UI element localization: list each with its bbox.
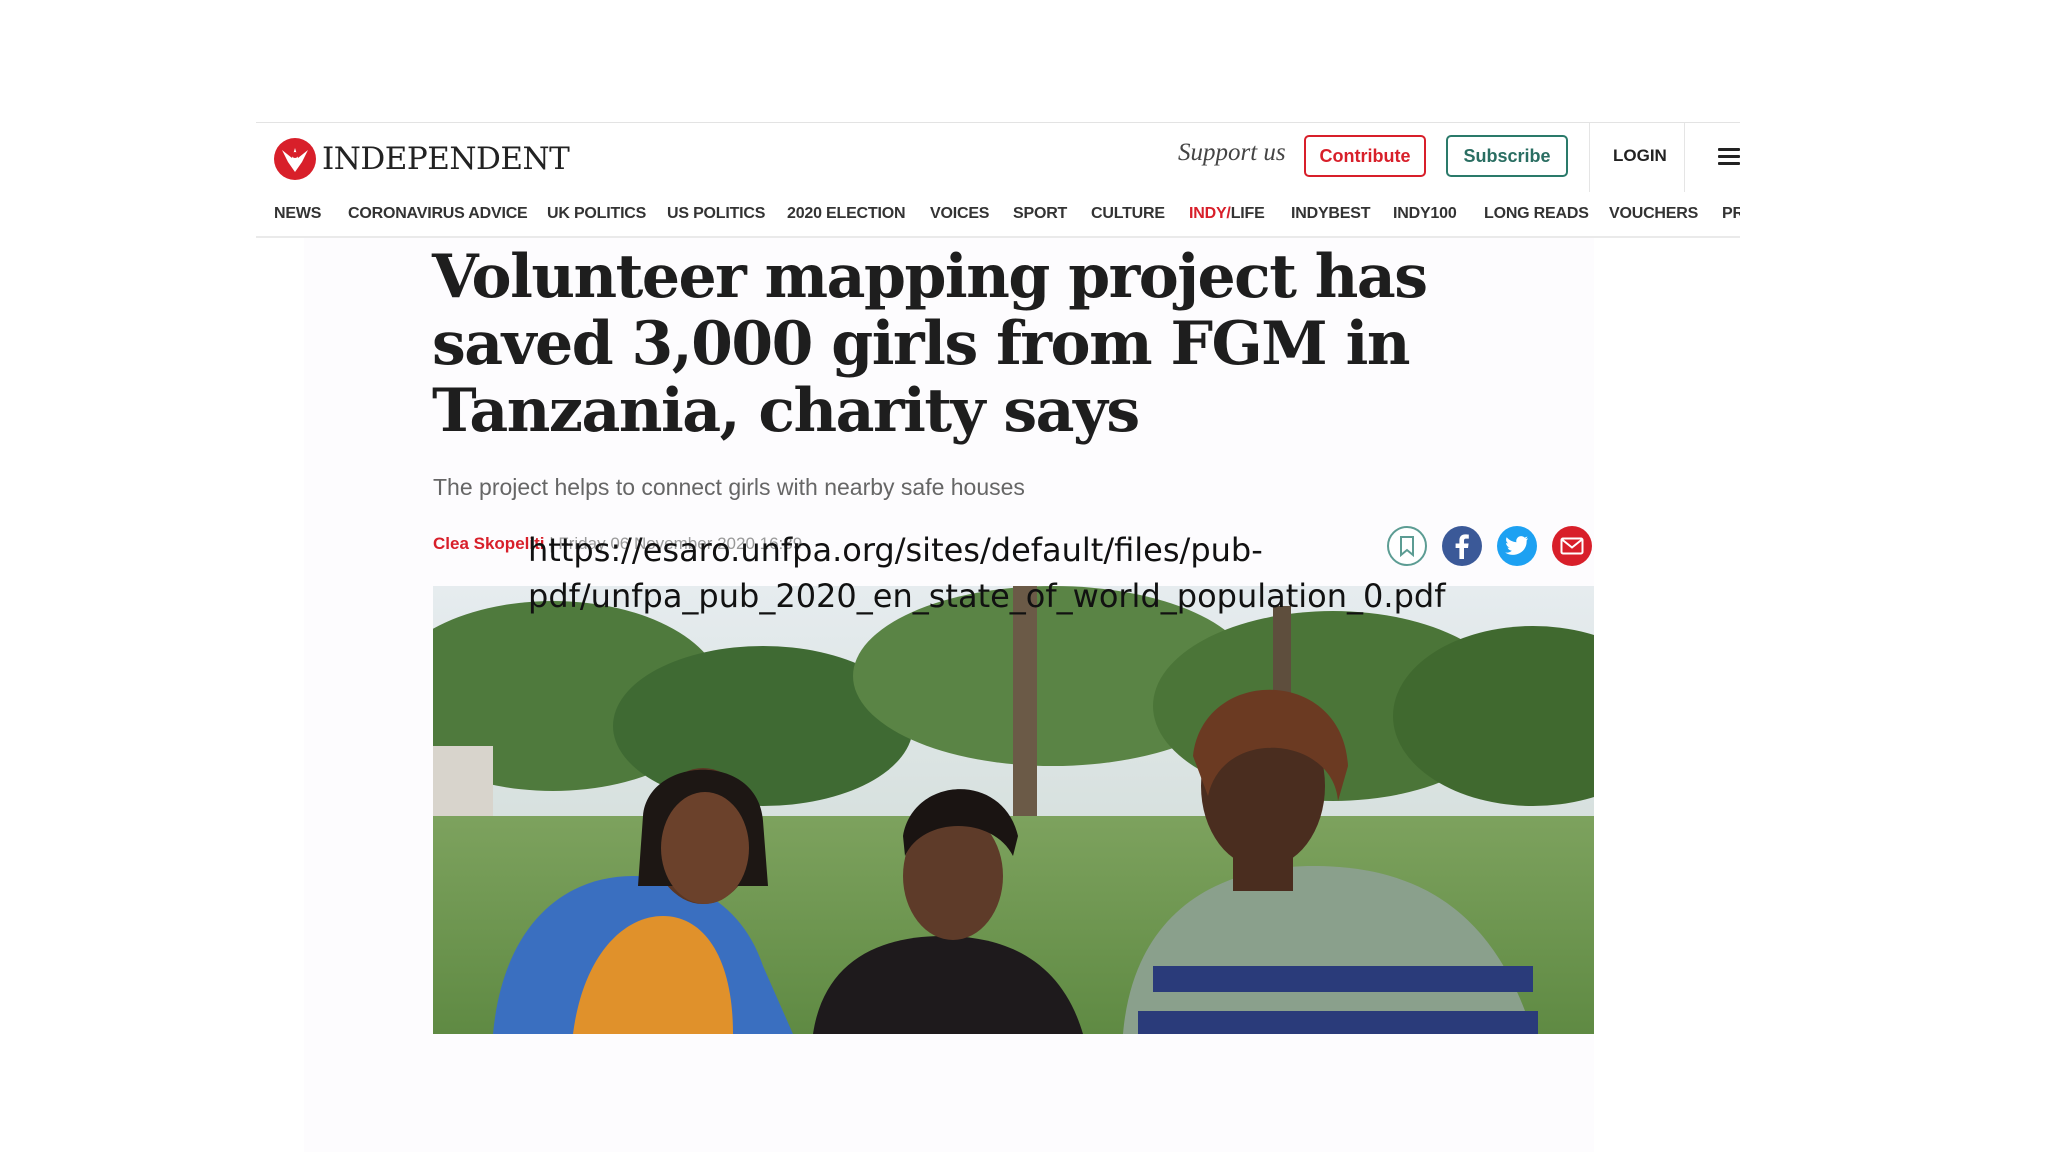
email-icon[interactable] — [1552, 526, 1592, 566]
hamburger-menu-icon[interactable] — [1718, 148, 1740, 166]
article-standfirst: The project helps to connect girls with … — [433, 474, 1025, 500]
article-hero-image — [433, 586, 1594, 1034]
article-screenshot: INDEPENDENT Support us Contribute Subscr… — [256, 122, 1740, 1152]
subscribe-button[interactable]: Subscribe — [1446, 135, 1568, 177]
hero-photo-illustration — [433, 586, 1594, 1034]
nav-item-uk-politics[interactable]: UK POLITICS — [547, 205, 646, 223]
nav-indy-prefix: INDY/ — [1189, 205, 1231, 222]
nav-item-voices[interactable]: VOICES — [930, 205, 989, 223]
logo-wordmark: INDEPENDENT — [322, 141, 570, 177]
eagle-logo-icon — [274, 138, 316, 180]
nav-item-vouchers[interactable]: VOUCHERS — [1609, 205, 1698, 223]
support-us-text: Support us — [1178, 139, 1286, 166]
nav-item-indy100[interactable]: INDY100 — [1393, 205, 1457, 223]
nav-indy-suffix: LIFE — [1230, 205, 1265, 222]
masthead: INDEPENDENT Support us Contribute Subscr… — [256, 122, 1740, 194]
article-headline: Volunteer mapping project has saved 3,00… — [432, 242, 1428, 446]
nav-item-indybest[interactable]: INDYBEST — [1291, 205, 1371, 223]
site-logo[interactable]: INDEPENDENT — [274, 137, 570, 181]
source-url-caption: https://esaro.unfpa.org/sites/default/fi… — [528, 527, 1528, 619]
login-link[interactable]: LOGIN — [1613, 146, 1667, 166]
nav-item-us-politics[interactable]: US POLITICS — [667, 205, 765, 223]
nav-item-sport[interactable]: SPORT — [1013, 205, 1067, 223]
nav-item-long-reads[interactable]: LONG READS — [1484, 205, 1589, 223]
divider — [1684, 123, 1685, 193]
divider — [1589, 123, 1590, 193]
nav-item-pr[interactable]: PR — [1722, 205, 1740, 223]
section-nav: NEWS CORONAVIRUS ADVICE UK POLITICS US P… — [256, 192, 1740, 238]
nav-item-coronavirus-advice[interactable]: CORONAVIRUS ADVICE — [348, 205, 528, 223]
nav-item-news[interactable]: NEWS — [274, 205, 321, 223]
nav-item-culture[interactable]: CULTURE — [1091, 205, 1165, 223]
nav-item-indy-life[interactable]: INDY/LIFE — [1189, 205, 1265, 223]
contribute-button[interactable]: Contribute — [1304, 135, 1426, 177]
url-line-1: https://esaro.unfpa.org/sites/default/fi… — [528, 531, 1263, 569]
url-line-2: pdf/unfpa_pub_2020_en_state_of_world_pop… — [528, 577, 1446, 615]
slide: INDEPENDENT Support us Contribute Subscr… — [0, 0, 2048, 1152]
nav-item-2020-election[interactable]: 2020 ELECTION — [787, 205, 906, 223]
